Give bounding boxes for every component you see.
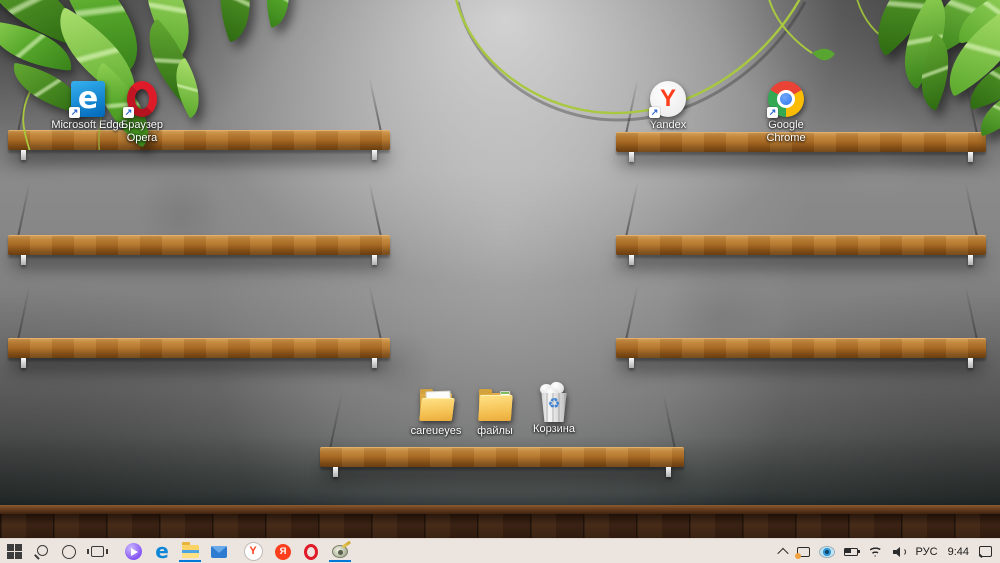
system-tray: РУС 9:44 bbox=[776, 539, 992, 563]
taskbar-yandex-button[interactable]: Я bbox=[269, 539, 297, 563]
tray-eye-protection-button[interactable] bbox=[819, 546, 834, 557]
shelf-bracket bbox=[372, 150, 377, 160]
folder-icon bbox=[476, 386, 514, 424]
cortana-icon bbox=[62, 544, 76, 559]
taskbar: e Y Я РУС 9:44 bbox=[0, 538, 1000, 563]
speaker-icon bbox=[892, 546, 906, 557]
chevron-up-icon bbox=[776, 547, 789, 559]
wifi-icon bbox=[867, 546, 883, 557]
tray-volume-button[interactable] bbox=[892, 546, 906, 557]
chrome-icon: ↗ bbox=[767, 80, 805, 118]
shelf-board bbox=[8, 130, 390, 150]
shortcut-arrow-icon: ↗ bbox=[69, 107, 80, 118]
shortcut-arrow-icon: ↗ bbox=[123, 107, 134, 118]
shelf-bracket bbox=[629, 255, 634, 265]
tray-show-hidden-icons-button[interactable] bbox=[776, 547, 789, 559]
taskbar-edge-button[interactable]: e bbox=[148, 539, 176, 563]
task-view-icon bbox=[86, 546, 108, 557]
opera-icon: ↗ bbox=[123, 80, 161, 118]
yandex-browser-icon: Y bbox=[244, 543, 262, 560]
taskbar-mail-button[interactable] bbox=[205, 539, 233, 563]
alice-assistant-icon bbox=[124, 543, 142, 560]
shelf-bracket bbox=[372, 255, 377, 265]
taskbar-opera-button[interactable] bbox=[297, 539, 325, 563]
shortcut-arrow-icon: ↗ bbox=[649, 107, 660, 118]
monitor-icon bbox=[794, 546, 810, 559]
edge-icon: e bbox=[155, 539, 169, 563]
taskbar-careueyes-button[interactable] bbox=[326, 539, 354, 563]
windows-start-icon bbox=[6, 544, 22, 559]
taskbar-cortana-button[interactable] bbox=[55, 539, 83, 563]
shelf-bracket bbox=[968, 358, 973, 368]
shelf bbox=[8, 285, 390, 368]
folder-icon bbox=[417, 386, 455, 424]
wood-floor bbox=[0, 514, 1000, 538]
language-indicator[interactable]: РУС bbox=[916, 546, 938, 558]
shelf-bracket bbox=[21, 150, 26, 160]
shelf bbox=[8, 77, 390, 160]
yandex-icon: Y ↗ bbox=[649, 80, 687, 118]
notification-icon bbox=[979, 546, 992, 557]
desktop-icon-recycle-bin[interactable]: ♻ Корзина bbox=[517, 380, 591, 436]
recycle-bin-icon: ♻ bbox=[535, 380, 573, 422]
action-center-button[interactable] bbox=[979, 546, 992, 557]
yandex-icon: Я bbox=[275, 543, 291, 560]
windows-desktop: e ↗ Microsoft Edge ↗ Браузер Opera Y ↗ Y… bbox=[0, 0, 1000, 563]
opera-icon bbox=[304, 543, 318, 560]
edge-icon: e ↗ bbox=[69, 80, 107, 118]
battery-icon bbox=[843, 547, 861, 556]
taskbar-file-explorer-button[interactable] bbox=[176, 539, 204, 563]
shelf-bracket bbox=[629, 358, 634, 368]
eye-icon bbox=[819, 546, 834, 557]
shelf-board bbox=[8, 235, 390, 255]
shelf-bracket bbox=[21, 358, 26, 368]
shelf-bracket bbox=[629, 152, 634, 162]
shelf bbox=[616, 182, 986, 265]
taskbar-yandex-browser-button[interactable]: Y bbox=[239, 539, 267, 563]
mail-icon bbox=[211, 545, 227, 558]
taskbar-alice-button[interactable] bbox=[119, 539, 147, 563]
search-icon bbox=[34, 544, 48, 559]
desktop-icon-google-chrome[interactable]: ↗ Google Chrome bbox=[749, 80, 823, 144]
taskbar-task-view-button[interactable] bbox=[83, 539, 111, 563]
shelf bbox=[616, 285, 986, 368]
careueyes-eye-icon bbox=[332, 545, 348, 558]
shelf-board bbox=[320, 447, 684, 467]
shelf-bracket bbox=[333, 467, 338, 477]
file-explorer-icon bbox=[181, 542, 199, 558]
taskbar-start-button[interactable] bbox=[0, 539, 28, 563]
tray-battery-button[interactable] bbox=[843, 547, 861, 556]
taskbar-search-button[interactable] bbox=[27, 539, 55, 563]
shelf bbox=[320, 394, 684, 477]
tray-network-button[interactable] bbox=[867, 546, 883, 557]
shelf-bracket bbox=[968, 152, 973, 162]
desktop-icon-label: Google Chrome bbox=[766, 119, 806, 144]
tray-careueyes-monitor-button[interactable] bbox=[794, 546, 810, 559]
shelf-bracket bbox=[968, 255, 973, 265]
clock[interactable]: 9:44 bbox=[948, 546, 969, 558]
shelf-bracket bbox=[372, 358, 377, 368]
desktop-icon-yandex[interactable]: Y ↗ Yandex bbox=[631, 80, 705, 132]
shelf-bracket bbox=[21, 255, 26, 265]
baseboard bbox=[0, 505, 1000, 514]
shelf-bracket bbox=[666, 467, 671, 477]
shelf-board bbox=[8, 338, 390, 358]
shelf bbox=[8, 182, 390, 265]
desktop-icon-opera[interactable]: ↗ Браузер Opera bbox=[105, 80, 179, 144]
shelf-board bbox=[616, 235, 986, 255]
desktop-icon-label: Корзина bbox=[533, 423, 575, 435]
desktop-icon-label: Yandex bbox=[649, 119, 687, 131]
shelf-board bbox=[616, 338, 986, 358]
desktop-icon-label: Браузер Opera bbox=[121, 119, 163, 144]
shortcut-arrow-icon: ↗ bbox=[767, 107, 778, 118]
